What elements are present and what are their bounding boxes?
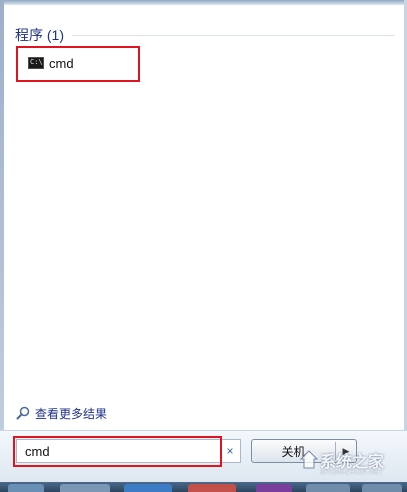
result-highlight-box <box>16 46 140 82</box>
clear-search-icon[interactable]: × <box>222 443 238 459</box>
top-frame <box>0 0 407 5</box>
group-divider <box>72 34 395 36</box>
left-frame <box>0 0 4 492</box>
taskbar-app-button[interactable] <box>362 484 402 492</box>
see-more-results-link[interactable]: 查看更多结果 <box>16 404 107 422</box>
taskbar-app-button[interactable] <box>60 484 110 492</box>
magnifier-icon <box>16 406 30 420</box>
search-highlight-box <box>13 436 222 467</box>
taskbar-app-button[interactable] <box>256 484 292 492</box>
shutdown-button[interactable]: 关机 ▶ <box>251 439 357 463</box>
taskbar-app-button[interactable] <box>306 484 350 492</box>
programs-group-title: 程序 (1) <box>15 27 64 43</box>
start-menu-panel: 程序 (1) C:\ cmd 查看更多结果 × 关机 ▶ <box>0 0 407 492</box>
shutdown-options-arrow-icon[interactable]: ▶ <box>336 446 356 457</box>
taskbar-app-button[interactable] <box>188 484 236 492</box>
taskbar-app-button[interactable] <box>124 484 172 492</box>
taskbar <box>0 482 407 492</box>
taskbar-start-orb[interactable] <box>8 484 44 492</box>
programs-group-header: 程序 (1) <box>15 25 395 45</box>
shutdown-label: 关机 <box>281 444 306 459</box>
see-more-results-label: 查看更多结果 <box>35 406 108 421</box>
